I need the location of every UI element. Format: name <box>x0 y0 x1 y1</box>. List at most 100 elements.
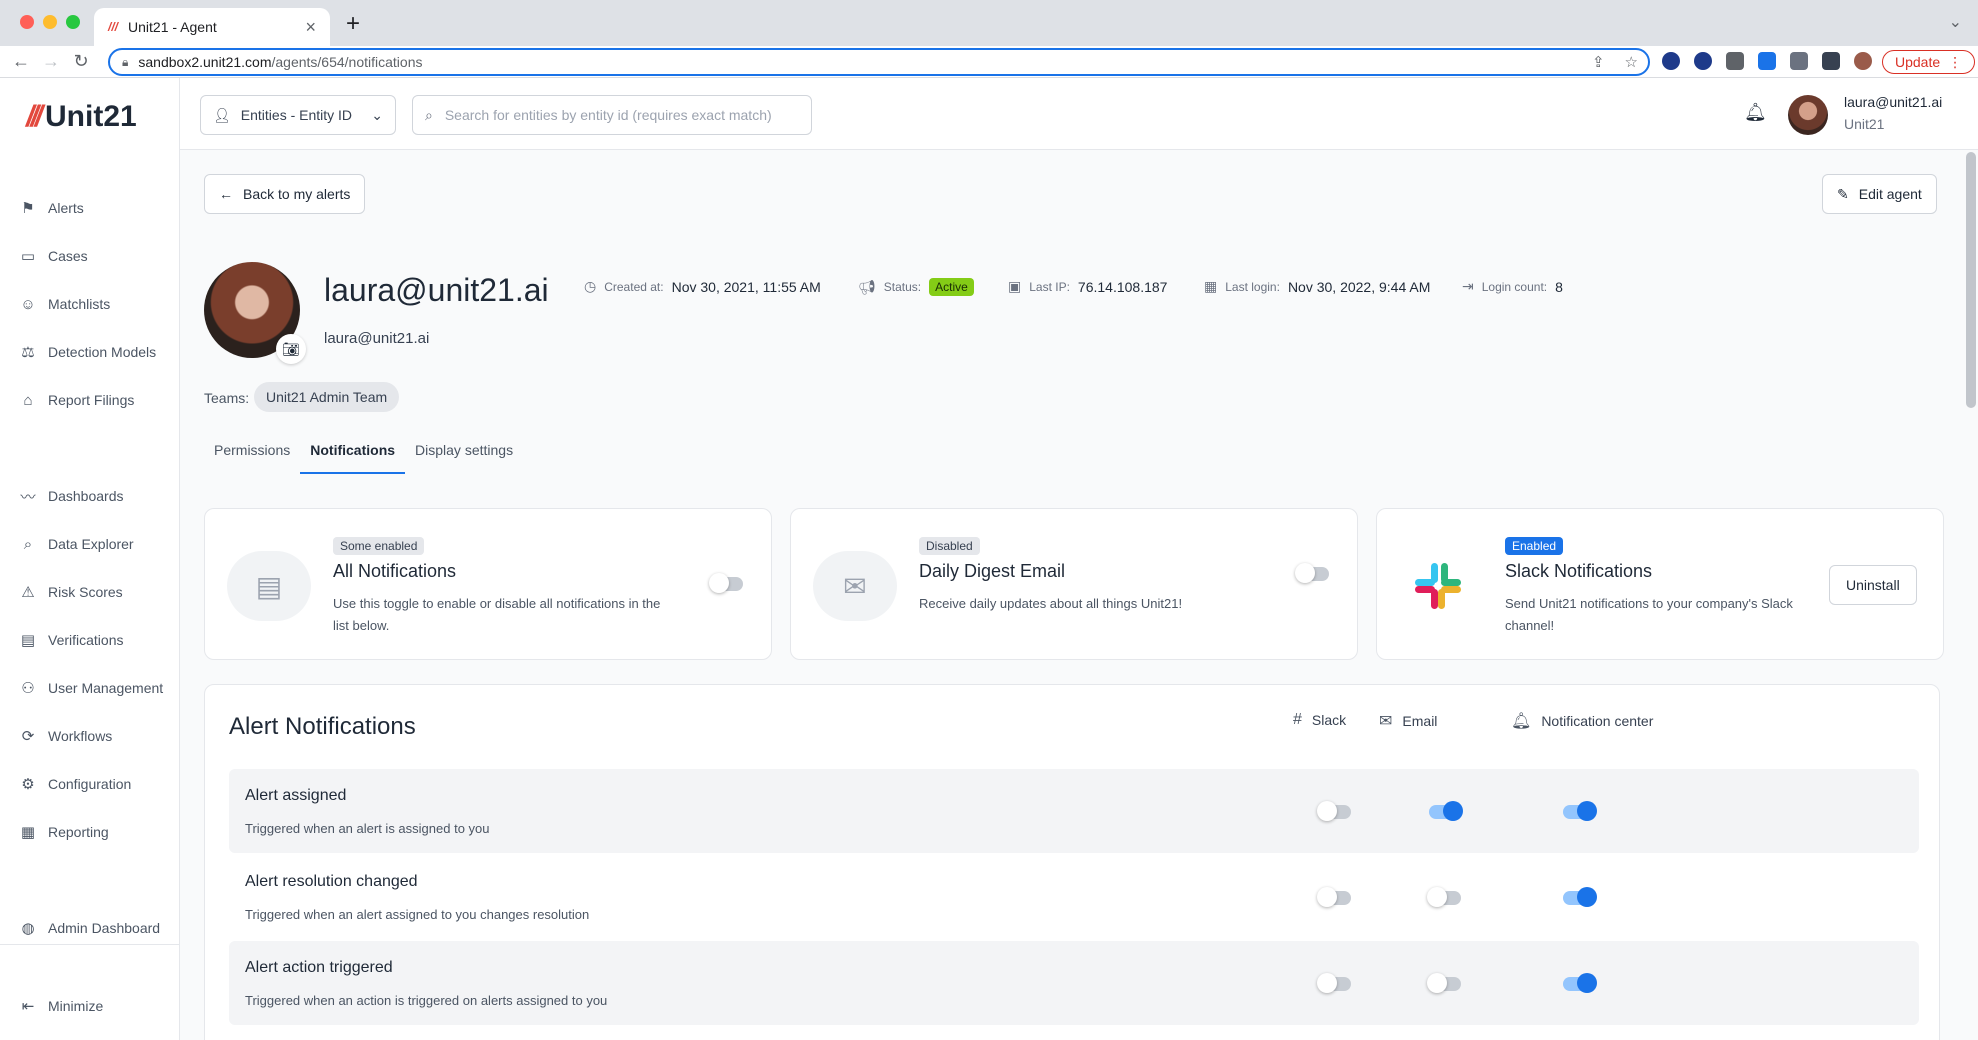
status-meta: 📢︎ Status: Active <box>858 278 974 296</box>
extension-3-icon[interactable] <box>1726 52 1744 70</box>
browser-update-button[interactable]: Update ⋮ <box>1882 50 1976 74</box>
tab-search-chevron-icon[interactable]: ⌄ <box>1949 12 1962 32</box>
close-window-button[interactable] <box>20 15 34 29</box>
back-arrow-icon[interactable]: ← <box>8 51 34 72</box>
tab-notifications[interactable]: Notifications <box>300 432 406 474</box>
extension-1-icon[interactable] <box>1662 52 1680 70</box>
sidebar: /// Unit21 ⚑ Alerts ▭ Cases ☺ Matchlists… <box>0 78 180 1040</box>
email-toggle[interactable] <box>1429 801 1463 821</box>
tab-display-settings[interactable]: Display settings <box>405 432 523 474</box>
sidebar-item-detection-models[interactable]: ⚖ Detection Models <box>20 344 156 361</box>
sidebar-item-report-filings[interactable]: ⌂ Report Filings <box>20 391 135 409</box>
url-host: sandbox2.unit21.com <box>138 54 272 70</box>
envelope-illustration-icon: ✉ <box>813 551 897 621</box>
created-at-meta: ◷ Created at: Nov 30, 2021, 11:55 AM <box>584 278 821 295</box>
sidebar-item-matchlists[interactable]: ☺ Matchlists <box>20 296 111 313</box>
minimize-window-button[interactable] <box>43 15 57 29</box>
card-description: Receive daily updates about all things U… <box>919 596 1183 611</box>
sidebar-item-risk-scores[interactable]: ⚠ Risk Scores <box>20 584 122 601</box>
search-icon: ⌕ <box>425 106 433 123</box>
profile-name: laura@unit21.ai <box>324 272 549 308</box>
uninstall-slack-button[interactable]: Uninstall <box>1829 565 1917 605</box>
sidebar-item-label: Matchlists <box>48 296 111 312</box>
user-email[interactable]: laura@unit21.ai <box>1844 94 1942 110</box>
unit21-logo[interactable]: /// Unit21 <box>26 100 137 134</box>
avatar[interactable] <box>1788 95 1828 135</box>
notification-center-toggle[interactable] <box>1563 801 1597 821</box>
tab-permissions[interactable]: Permissions <box>204 432 300 474</box>
table-row: Alert assigned Triggered when an alert i… <box>229 769 1919 853</box>
notification-center-toggle[interactable] <box>1563 887 1597 907</box>
back-to-alerts-button[interactable]: ← Back to my alerts <box>204 174 366 214</box>
chevron-down-icon: ⌄ <box>371 106 383 123</box>
notification-bell-icon[interactable]: 🔔︎ <box>1744 102 1767 123</box>
profile-tabs: Permissions Notifications Display settin… <box>204 432 523 474</box>
sidebar-item-label: Verifications <box>48 632 124 648</box>
sidebar-item-label: Report Filings <box>48 392 135 408</box>
users-icon: ⚇ <box>21 680 35 697</box>
email-toggle[interactable] <box>1427 887 1461 907</box>
top-bar: 👤︎ Entities - Entity ID ⌄ ⌕ 🔔︎ laura@uni… <box>180 78 1978 150</box>
notification-center-toggle[interactable] <box>1563 973 1597 993</box>
collapse-left-icon: ⇤ <box>21 998 35 1015</box>
slack-toggle[interactable] <box>1317 887 1351 907</box>
minimize-sidebar-button[interactable]: ⇤ Minimize <box>20 998 104 1015</box>
clock-icon: ◷ <box>584 278 597 294</box>
sidebar-item-admin-dashboard[interactable]: ◍ Admin Dashboard <box>20 920 160 937</box>
slack-logo-icon <box>1415 563 1461 609</box>
vertical-scrollbar[interactable] <box>1966 152 1976 408</box>
team-chip[interactable]: Unit21 Admin Team <box>254 382 400 412</box>
extension-2-icon[interactable] <box>1694 52 1712 70</box>
bookmark-star-icon[interactable]: ☆ <box>1625 53 1638 71</box>
column-header-label: Slack <box>1311 712 1347 728</box>
app-root: /// Unit21 ⚑ Alerts ▭ Cases ☺ Matchlists… <box>0 78 1978 1040</box>
sidebar-item-verifications[interactable]: ▤ Verifications <box>20 632 124 649</box>
entity-type-select[interactable]: 👤︎ Entities - Entity ID ⌄ <box>200 95 396 135</box>
share-icon[interactable]: ⇪ <box>1592 53 1605 71</box>
browser-tab[interactable]: /// Unit21 - Agent × <box>94 8 330 46</box>
slack-toggle[interactable] <box>1317 801 1351 821</box>
login-count-value: 8 <box>1555 278 1563 295</box>
column-header-email: ✉ Email <box>1379 711 1437 731</box>
warning-icon: ⚠ <box>21 584 35 601</box>
building-icon: ⌂ <box>23 391 33 409</box>
reload-icon[interactable]: ↻ <box>68 51 94 72</box>
row-description: Triggered when an alert assigned to you … <box>245 907 590 922</box>
user-icon: 👤︎ <box>213 106 231 123</box>
column-header-label: Email <box>1402 713 1438 729</box>
slack-toggle[interactable] <box>1317 973 1351 993</box>
back-button-label: Back to my alerts <box>243 186 351 202</box>
sidebar-item-cases[interactable]: ▭ Cases <box>20 248 88 265</box>
sidebar-item-reporting[interactable]: ▦ Reporting <box>20 824 109 841</box>
sidebar-item-alerts[interactable]: ⚑ Alerts <box>20 200 84 217</box>
search-input[interactable] <box>444 107 785 123</box>
table-row: Alert action triggered Triggered when an… <box>229 941 1919 1025</box>
sidebar-item-label: Workflows <box>48 728 113 744</box>
maximize-window-button[interactable] <box>66 15 80 29</box>
sidebar-item-label: Alerts <box>48 200 84 216</box>
daily-digest-toggle[interactable] <box>1295 563 1329 583</box>
edit-agent-button[interactable]: ✎ Edit agent <box>1822 174 1937 214</box>
puzzle-extensions-icon[interactable] <box>1790 52 1808 70</box>
all-notifications-toggle[interactable] <box>709 573 743 593</box>
sidebar-toggle-icon[interactable] <box>1822 52 1840 70</box>
email-toggle[interactable] <box>1427 973 1461 993</box>
forward-arrow-icon[interactable]: → <box>38 51 64 72</box>
scale-icon: ⚖ <box>21 344 35 361</box>
sidebar-item-dashboards[interactable]: 〰 Dashboards <box>20 488 123 506</box>
close-tab-icon[interactable]: × <box>305 17 316 38</box>
sidebar-item-user-management[interactable]: ⚇ User Management <box>20 680 163 697</box>
camera-icon[interactable]: 📷︎ <box>276 334 306 364</box>
new-tab-icon[interactable]: + <box>346 10 360 38</box>
profile-avatar-icon[interactable] <box>1854 52 1872 70</box>
address-bar[interactable]: 🔒︎ sandbox2.unit21.com/agents/654/notifi… <box>108 48 1650 76</box>
logo-text: Unit21 <box>45 100 137 133</box>
row-title: Alert action triggered <box>245 959 393 976</box>
sidebar-item-configuration[interactable]: ⚙ Configuration <box>20 776 131 793</box>
last-ip-label: Last IP: <box>1029 279 1070 294</box>
sidebar-item-data-explorer[interactable]: ⌕ Data Explorer <box>20 536 134 553</box>
last-login-label: Last login: <box>1225 279 1280 294</box>
download-extension-icon[interactable] <box>1758 52 1776 70</box>
sidebar-item-workflows[interactable]: ⟳ Workflows <box>20 728 113 745</box>
teams-label: Teams: <box>204 390 250 406</box>
